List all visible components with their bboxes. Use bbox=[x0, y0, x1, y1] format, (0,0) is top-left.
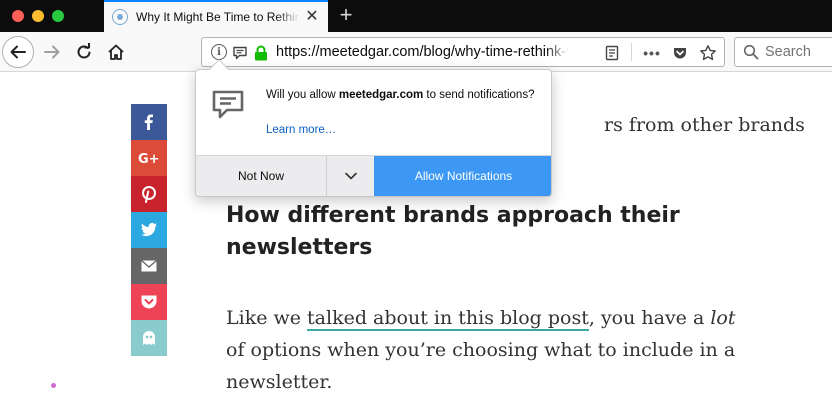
search-input[interactable] bbox=[765, 44, 832, 60]
bookmark-star-icon[interactable] bbox=[699, 44, 717, 62]
arrow-left-icon bbox=[10, 45, 26, 59]
notification-permission-icon[interactable] bbox=[231, 44, 249, 62]
home-button[interactable] bbox=[100, 36, 132, 68]
share-pinterest-button[interactable] bbox=[131, 176, 167, 212]
envelope-icon bbox=[141, 260, 157, 272]
tab-active[interactable]: Why It Might Be Time to Rethink Your New… bbox=[104, 0, 328, 32]
share-google-plus-button[interactable]: G+ bbox=[131, 140, 167, 176]
share-edgar-button[interactable] bbox=[131, 320, 167, 356]
share-facebook-button[interactable] bbox=[131, 104, 167, 140]
secure-lock-icon[interactable] bbox=[252, 44, 270, 62]
tab-strip: Why It Might Be Time to Rethink Your New… bbox=[0, 0, 832, 32]
facebook-icon bbox=[144, 114, 153, 130]
social-share-bar: G+ bbox=[131, 104, 167, 356]
permission-options-dropdown[interactable] bbox=[327, 156, 374, 196]
para-emphasis: lot bbox=[710, 307, 736, 329]
twitter-icon bbox=[141, 222, 157, 237]
minimize-window-button[interactable] bbox=[32, 10, 44, 22]
url-text[interactable]: https://meetedgar.com/blog/why-time-reth… bbox=[276, 44, 569, 60]
para-start: Like we bbox=[226, 307, 308, 329]
site-info-icon[interactable]: i bbox=[211, 44, 227, 60]
chevron-down-icon bbox=[344, 172, 357, 180]
reload-button[interactable] bbox=[68, 36, 100, 68]
notification-permission-popup: Will you allow meetedgar.com to send not… bbox=[195, 69, 552, 197]
zoom-window-button[interactable] bbox=[52, 10, 64, 22]
home-icon bbox=[108, 44, 124, 60]
url-bar[interactable]: i https://meetedgar.com/blog/why-time-re… bbox=[201, 37, 725, 67]
section-heading: How different brands approach their news… bbox=[226, 203, 680, 260]
tab-close-icon[interactable]: ✕ bbox=[304, 9, 320, 25]
pinterest-icon bbox=[142, 186, 156, 203]
svg-text:G+: G+ bbox=[138, 152, 160, 166]
popup-message-prefix: Will you allow bbox=[266, 89, 339, 101]
new-tab-button[interactable]: + bbox=[334, 4, 358, 28]
decorative-dot bbox=[51, 383, 56, 388]
body-paragraph: Like we talked about in this blog post, … bbox=[226, 302, 746, 398]
learn-more-link[interactable]: Learn more… bbox=[266, 124, 336, 136]
pocket-icon bbox=[141, 295, 157, 309]
back-button[interactable] bbox=[2, 36, 34, 68]
reload-icon bbox=[77, 43, 91, 59]
allow-notifications-button[interactable]: Allow Notifications bbox=[374, 156, 551, 196]
close-window-button[interactable] bbox=[12, 10, 24, 22]
google-plus-icon: G+ bbox=[138, 152, 160, 166]
arrow-right-icon bbox=[44, 45, 60, 59]
share-twitter-button[interactable] bbox=[131, 212, 167, 248]
intro-visible-text: rs from other brands bbox=[604, 114, 805, 136]
popup-message-domain: meetedgar.com bbox=[338, 89, 424, 101]
edgar-icon bbox=[143, 331, 155, 345]
blog-post-link[interactable]: talked about in this blog post bbox=[307, 307, 589, 331]
forward-button[interactable] bbox=[36, 36, 68, 68]
notification-bubble-icon bbox=[211, 88, 245, 127]
url-bar-divider bbox=[631, 43, 632, 61]
share-email-button[interactable] bbox=[131, 248, 167, 284]
tab-title: Why It Might Be Time to Rethink Your New… bbox=[136, 10, 300, 24]
popup-footer: Not Now Allow Notifications bbox=[196, 155, 551, 196]
page-actions-icon[interactable]: ••• bbox=[643, 44, 661, 62]
share-pocket-button[interactable] bbox=[131, 284, 167, 320]
para-mid: , you have a bbox=[588, 307, 711, 329]
search-box[interactable] bbox=[734, 37, 832, 67]
not-now-button[interactable]: Not Now bbox=[196, 156, 327, 196]
popup-message: Will you allow meetedgar.com to send not… bbox=[266, 88, 536, 102]
search-icon bbox=[743, 44, 759, 60]
navigation-toolbar: i https://meetedgar.com/blog/why-time-re… bbox=[0, 32, 832, 72]
reader-view-icon[interactable] bbox=[603, 44, 621, 62]
site-favicon-icon bbox=[112, 9, 128, 25]
para-end: of options when you’re choosing what to … bbox=[226, 339, 736, 393]
pocket-icon[interactable] bbox=[671, 44, 689, 62]
popup-message-suffix: to send notifications? bbox=[423, 89, 535, 101]
